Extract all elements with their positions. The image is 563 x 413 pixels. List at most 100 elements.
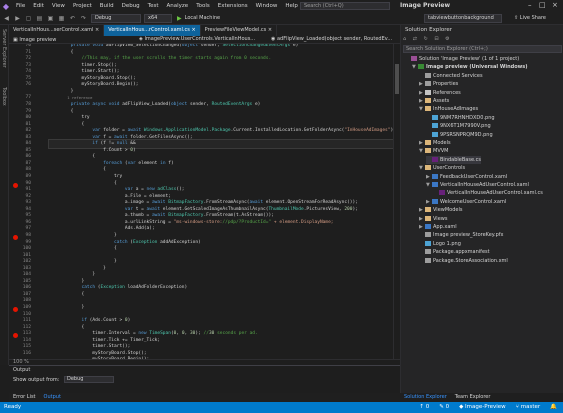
member-dropdown[interactable]: ◉ adFlipView_Loaded(object sender, Route… (271, 36, 392, 42)
run-icon[interactable]: ▶ (177, 15, 182, 22)
document-tab[interactable]: PreviewFileViewModel.cs × (201, 25, 278, 36)
panel-tab-team-explorer[interactable]: Team Explorer (451, 393, 495, 402)
branch-dropdown[interactable]: tabviewbuttonbackground (424, 14, 502, 23)
scrollbar-thumb[interactable] (395, 64, 399, 94)
bottom-tab-error-list[interactable]: Error List (9, 393, 40, 402)
notifications-icon[interactable]: 🔔 (550, 404, 557, 410)
menu-file[interactable]: File (12, 3, 29, 9)
platform-dropdown[interactable]: x64 (144, 13, 172, 23)
branch-status[interactable]: ⑂ master (516, 404, 540, 410)
tree-item[interactable]: ▼ UserControls (419, 164, 465, 172)
back-icon[interactable]: ◀ (2, 14, 11, 23)
tree-item[interactable]: ▼ InHouseAdImages (419, 105, 478, 113)
run-target-button[interactable]: Local Machine (185, 15, 220, 21)
live-share-button[interactable]: ⇪ Live Share (514, 15, 546, 21)
tree-item[interactable]: ▼ MVVM (419, 147, 448, 155)
tree-item[interactable]: ▶ WelcomeUserControl.xaml (426, 198, 506, 206)
tree-item[interactable]: ▼ VerticalInHouseAdUserControl.xaml (426, 181, 529, 189)
refresh-icon[interactable]: ↻ (424, 36, 428, 42)
breakpoint-icon[interactable] (13, 333, 18, 339)
code-line[interactable]: { (49, 245, 117, 253)
tree-item[interactable]: ▶ App.xaml (419, 223, 457, 231)
tree-item[interactable]: BindableBase.cs (426, 155, 481, 164)
menu-window[interactable]: Window (252, 3, 282, 9)
toolbox-tab[interactable]: Toolbox (1, 87, 7, 106)
editor-gutter[interactable]: 70 71 72 73 74 75 76 77 78 79 80 81 82 83 84 85 86 87 88 89… (9, 44, 49, 359)
undo-icon[interactable]: ↶ (68, 14, 77, 23)
new-file-icon[interactable]: ▢ (24, 14, 33, 23)
code-line[interactable]: { (49, 291, 85, 299)
sync-icon[interactable]: ⇄ (413, 36, 417, 42)
menu-help[interactable]: Help (281, 3, 302, 9)
tree-item[interactable]: ▶ References (419, 89, 461, 97)
menu-extensions[interactable]: Extensions (214, 3, 252, 9)
breakpoint-icon[interactable] (13, 307, 18, 312)
breakpoint-icon[interactable] (13, 234, 18, 240)
collapse-icon[interactable]: ⊟ (434, 36, 438, 42)
tree-item[interactable]: Connected Services (419, 72, 483, 80)
error-status[interactable]: ✎ 0 (439, 404, 449, 410)
repo-status[interactable]: ◆ Image-Preview (459, 404, 506, 410)
tree-item[interactable]: ▶ ViewModels (419, 206, 462, 214)
settings-icon[interactable]: ⚙ (445, 36, 449, 42)
menu-tools[interactable]: Tools (192, 3, 214, 9)
code-area[interactable]: private void adFlipView_SelectionChanged… (48, 44, 400, 359)
bottom-tab-output[interactable]: Output (40, 393, 65, 402)
redo-icon[interactable]: ↷ (79, 14, 88, 23)
menu-project[interactable]: Project (69, 3, 96, 9)
tree-item[interactable]: Solution 'Image Preview' (1 of 1 project… (405, 55, 519, 63)
tree-item-label: UserControls (433, 165, 466, 172)
tree-item[interactable]: 9NX6T1M7990V.png (426, 122, 491, 130)
menu-bar: File Edit View Project Build Debug Test Analyze… (12, 3, 302, 9)
document-tab[interactable]: VerticalInHous...serControl.xaml × (9, 25, 105, 36)
img-icon (432, 114, 438, 120)
tree-item[interactable]: ▶ Assets (419, 97, 449, 105)
configuration-dropdown[interactable]: Debug (91, 13, 141, 23)
tree-item[interactable]: Image preview_StoreKey.pfx (419, 231, 504, 239)
code-line[interactable]: private async void adFlipView_Loaded(obj… (49, 101, 261, 109)
close-tab-icon[interactable]: × (266, 27, 272, 33)
tree-item[interactable]: Package.StoreAssociation.xml (419, 257, 508, 265)
document-tab[interactable]: VerticalInHous...rControl.xaml.cs × (104, 25, 201, 36)
line-number: 71 (25, 49, 31, 55)
line-number: 112 (22, 324, 31, 330)
code-editor[interactable]: 70 71 72 73 74 75 76 77 78 79 80 81 82 83 84 85 86 87 88 89… (9, 44, 400, 359)
menu-test[interactable]: Test (144, 3, 163, 9)
menu-debug[interactable]: Debug (118, 3, 144, 9)
tree-item[interactable]: ▶ Properties (419, 80, 458, 88)
tree-item[interactable]: Logo 1.png (419, 240, 461, 248)
server-explorer-tab[interactable]: Server Explorer (1, 29, 7, 68)
menu-view[interactable]: View (48, 3, 69, 9)
menu-edit[interactable]: Edit (29, 3, 48, 9)
class-dropdown[interactable]: ◈ ImagePreview.UserControls.VerticalInHo… (139, 36, 255, 42)
tree-item[interactable]: 9PSRSNPRQM9D.png (426, 131, 493, 139)
code-line[interactable]: private void adFlipView_SelectionChanged… (49, 44, 299, 50)
menu-build[interactable]: Build (96, 3, 118, 9)
menu-analyze[interactable]: Analyze (163, 3, 193, 9)
maximize-button[interactable]: □ (539, 1, 546, 9)
code-line[interactable]: } (49, 304, 85, 312)
vertical-scrollbar[interactable] (393, 44, 400, 359)
close-tab-icon[interactable]: × (93, 27, 99, 33)
output-source-dropdown[interactable]: Debug (64, 376, 114, 383)
close-tab-icon[interactable]: × (190, 27, 195, 33)
search-input[interactable]: Search (Ctrl+Q) (300, 2, 390, 10)
tree-item[interactable]: ▶ Models (419, 139, 451, 147)
home-icon[interactable]: ⌂ (403, 36, 406, 42)
tree-item[interactable]: ▶ Views (419, 215, 447, 223)
tree-item[interactable]: VerticalInHouseAdUserControl.xaml.cs (433, 189, 543, 197)
tree-item[interactable]: Package.appxmanifest (419, 248, 490, 256)
panel-tab-solution-explorer[interactable]: Solution Explorer (400, 393, 451, 402)
forward-icon[interactable]: ▶ (13, 14, 22, 23)
tree-item[interactable]: 9NM7RHNHDXD0.png (426, 114, 495, 122)
close-button[interactable]: × (552, 1, 558, 9)
breakpoint-icon[interactable] (13, 182, 18, 188)
open-file-icon[interactable]: ▤ (35, 14, 44, 23)
sync-status[interactable]: ↑ 0 (419, 404, 429, 410)
minimize-button[interactable]: – (528, 1, 532, 9)
save-icon[interactable]: ▣ (46, 14, 55, 23)
save-all-icon[interactable]: ▦ (57, 14, 66, 23)
tree-item[interactable]: ▶ FeedbackUserControl.xaml (426, 173, 507, 181)
tree-item[interactable]: ▼ Image preview (Universal Windows) (412, 63, 528, 71)
solution-search-input[interactable]: Search Solution Explorer (Ctrl+;) (403, 45, 562, 53)
